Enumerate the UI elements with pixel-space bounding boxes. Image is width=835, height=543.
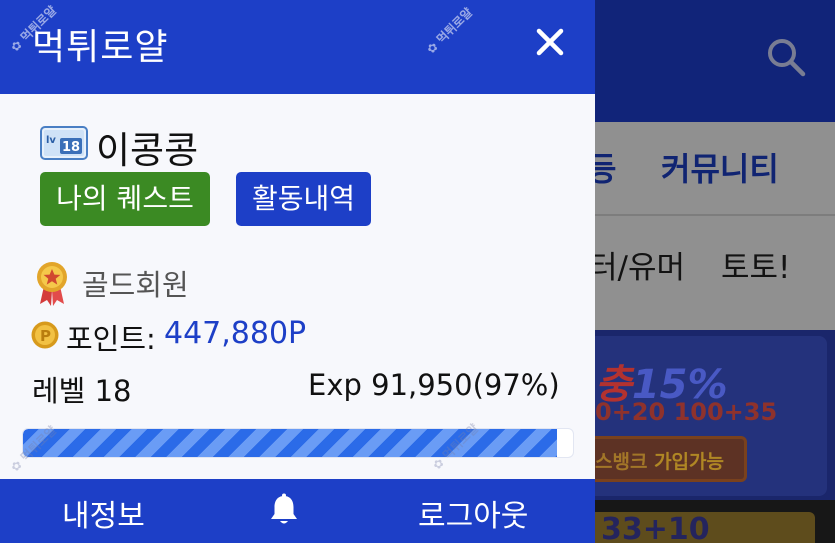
svg-text:lv: lv (46, 135, 56, 146)
level-badge-icon: lv 18 (40, 126, 88, 160)
background-page: 등 커뮤니티 터/유머 토토! 충15% 0+20 100+35 스뱅크 가입가… (595, 0, 835, 543)
drawer-header: 먹튀로얄 (0, 0, 595, 94)
member-grade-label: 골드회원 (82, 268, 189, 302)
site-title: 먹튀로얄 (32, 27, 169, 68)
activity-history-button[interactable]: 활동내역 (236, 172, 371, 226)
my-quest-button[interactable]: 나의 퀘스트 (40, 172, 210, 226)
bell-icon[interactable] (268, 493, 300, 527)
side-drawer: 먹튀로얄 lv 18 이콩콩 나의 퀘스트 활동내역 골드회원 P 포인트: 4… (0, 0, 595, 543)
points-value: 447,880P (164, 316, 307, 351)
svg-text:P: P (40, 327, 51, 345)
close-icon[interactable] (530, 22, 570, 62)
drawer-footer: 내정보 로그아웃 (0, 479, 595, 543)
logout-link[interactable]: 로그아웃 (418, 491, 528, 535)
svg-text:18: 18 (62, 140, 80, 155)
my-info-link[interactable]: 내정보 (62, 491, 145, 535)
overlay-shade[interactable] (595, 0, 835, 543)
gold-medal-icon (37, 262, 67, 306)
username: 이콩콩 (96, 129, 199, 172)
points-label: 포인트: (66, 322, 156, 356)
coin-icon: P (31, 321, 59, 349)
exp-text: Exp 91,950(97%) (308, 368, 560, 402)
level-text: 레벨 18 (32, 374, 132, 408)
exp-progress-bar (22, 428, 574, 458)
